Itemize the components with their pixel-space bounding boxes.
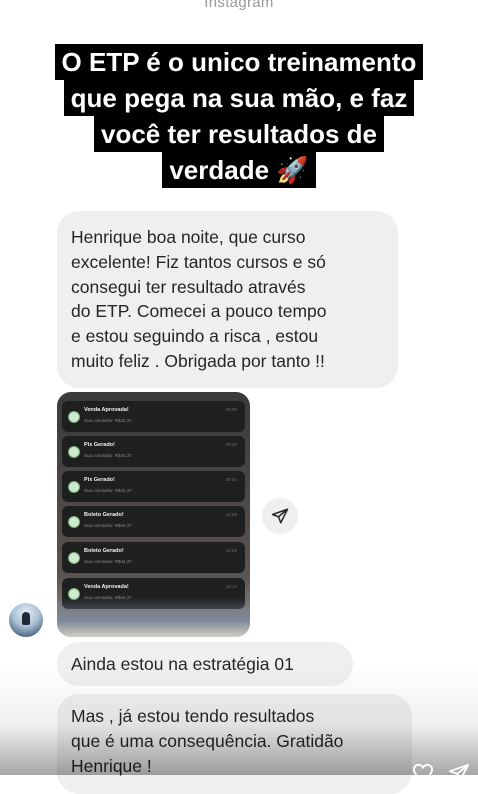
paper-plane-icon[interactable] <box>448 763 470 783</box>
message-line: Mas , já estou tendo resultados <box>71 706 315 726</box>
shared-screenshot-image[interactable]: Venda Aprovada! Sua comissão: R$44,37 08… <box>57 392 250 637</box>
headline-line: você ter resultados de <box>94 116 384 152</box>
check-circle-icon <box>68 446 80 458</box>
notification-subtitle: Sua comissão: R$44,37 <box>84 559 132 564</box>
message-line: e estou seguindo a risca , estou <box>71 326 319 347</box>
check-circle-icon <box>68 588 80 600</box>
message-line: excelente! Fiz tantos cursos e só <box>71 251 326 272</box>
check-circle-icon <box>68 516 80 528</box>
notification-time: 08:00 <box>225 442 237 447</box>
notification-title: Venda Aprovada! <box>84 407 129 413</box>
notification-time: 18:14 <box>225 584 237 589</box>
message-bubble-strategy[interactable]: Ainda estou na estratégia 01 <box>57 642 353 686</box>
notification-time: 12:06 <box>225 512 237 517</box>
notification-title: Pix Gerado! <box>84 477 115 483</box>
heart-icon[interactable] <box>412 763 434 783</box>
check-circle-icon <box>68 552 80 564</box>
message-line: consegui ter resultado através <box>71 276 306 297</box>
notification-card: Venda Aprovada! Sua comissão: R$44,37 08… <box>62 401 245 432</box>
notification-title: Pix Gerado! <box>84 442 115 448</box>
message-line: que é uma consequência. Gratidão <box>71 730 344 751</box>
notification-title: Venda Aprovada! <box>84 584 129 590</box>
notification-time: 08:00 <box>225 407 237 412</box>
notification-subtitle: Sua comissão: R$44,37 <box>84 523 132 528</box>
notification-time: 13:05 <box>225 548 237 553</box>
notification-title: Boleto Gerado! <box>84 512 124 518</box>
message-bubble-gratitude[interactable]: Mas , já estou tendo resultados que é um… <box>57 694 412 794</box>
headline-banner: O ETP é o unico treinamento que pega na … <box>0 44 478 188</box>
message-bubble-praise[interactable]: Henrique boa noite, que curso excelente!… <box>57 211 398 388</box>
notification-card: Pix Gerado! Sua comissão: R$44,37 08:01 <box>62 471 245 502</box>
message-line: Ainda estou na estratégia 01 <box>71 654 294 674</box>
send-icon <box>271 508 289 524</box>
notification-subtitle: Sua comissão: R$44,37 <box>84 418 132 423</box>
notification-time: 08:01 <box>225 477 237 482</box>
notification-card: Boleto Gerado! Sua comissão: R$44,37 13:… <box>62 542 245 573</box>
notification-card: Boleto Gerado! Sua comissão: R$44,37 12:… <box>62 506 245 537</box>
notification-subtitle: Sua comissão: R$44,37 <box>84 595 132 600</box>
check-circle-icon <box>68 411 80 423</box>
message-line: Henrique boa noite, que curso <box>71 227 306 247</box>
notification-subtitle: Sua comissão: R$44,37 <box>84 453 132 458</box>
avatar-figure <box>22 612 30 625</box>
notification-card: Pix Gerado! Sua comissão: R$44,37 08:00 <box>62 436 245 467</box>
notification-card: Venda Aprovada! Sua comissão: R$44,37 18… <box>62 578 245 609</box>
notification-title: Boleto Gerado! <box>84 548 124 554</box>
headline-line: verdade 🚀 <box>162 152 316 188</box>
app-title: Instagram <box>204 0 274 11</box>
share-button[interactable] <box>262 498 298 534</box>
headline-line: O ETP é o unico treinamento <box>54 44 424 80</box>
message-line: muito feliz . Obrigada por tanto !! <box>71 350 325 371</box>
avatar[interactable] <box>9 603 43 637</box>
message-line: do ETP. Comecei a pouco tempo <box>71 301 327 322</box>
story-actions <box>412 763 470 783</box>
notification-subtitle: Sua comissão: R$44,37 <box>84 488 132 493</box>
headline-line: que pega na sua mão, e faz <box>63 80 415 116</box>
check-circle-icon <box>68 481 80 493</box>
